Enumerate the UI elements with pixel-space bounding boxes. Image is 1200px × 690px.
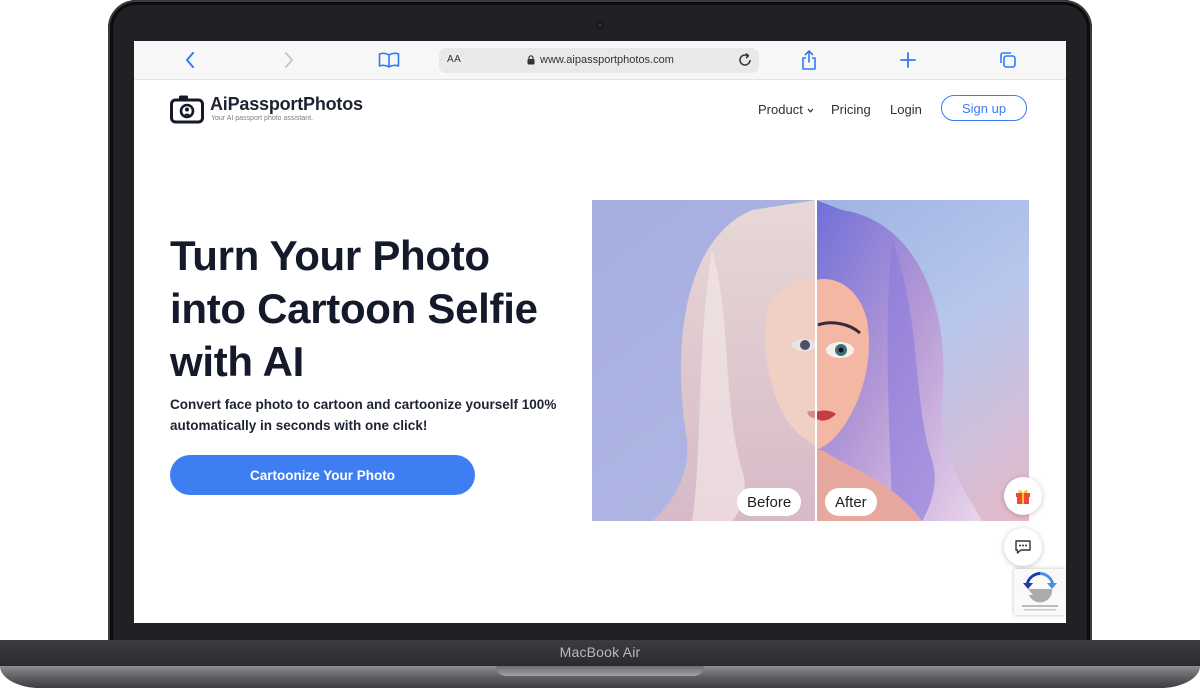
chat-button[interactable] bbox=[1004, 528, 1042, 566]
portrait-image bbox=[592, 200, 1029, 521]
camera-logo-icon[interactable] bbox=[170, 94, 204, 124]
chevron-left-icon[interactable] bbox=[177, 48, 203, 72]
nav-product[interactable]: Product bbox=[758, 102, 814, 117]
chat-icon bbox=[1015, 540, 1031, 554]
hero-title: Turn Your Photo into Cartoon Selfie with… bbox=[170, 229, 570, 388]
browser-screen: AA www.aipassportphotos.com AiPassportPh… bbox=[134, 41, 1066, 623]
brand-tagline: Your AI passport photo assistant. bbox=[211, 115, 314, 122]
recaptcha-icon bbox=[1022, 572, 1058, 611]
reload-icon[interactable] bbox=[737, 52, 753, 68]
nav-pricing[interactable]: Pricing bbox=[831, 102, 871, 117]
gift-icon bbox=[1016, 489, 1030, 504]
brand-name[interactable]: AiPassportPhotos bbox=[210, 94, 363, 115]
laptop-base: MacBook Air bbox=[0, 640, 1200, 690]
plus-icon[interactable] bbox=[895, 48, 921, 72]
hero-title-line: with AI bbox=[170, 338, 304, 385]
chevron-right-icon[interactable] bbox=[276, 48, 302, 72]
device-model-label: MacBook Air bbox=[559, 644, 641, 660]
after-label: After bbox=[825, 488, 877, 516]
address-bar[interactable]: AA www.aipassportphotos.com bbox=[439, 48, 759, 73]
hero-subtitle-line: Convert face photo to cartoon and cartoo… bbox=[170, 397, 557, 412]
tabs-icon[interactable] bbox=[995, 48, 1021, 72]
gift-button[interactable] bbox=[1004, 477, 1042, 515]
text-size-button[interactable]: AA bbox=[447, 54, 461, 65]
camera-icon bbox=[596, 21, 604, 29]
recaptcha-badge[interactable] bbox=[1014, 569, 1066, 615]
cartoonize-button[interactable]: Cartoonize Your Photo bbox=[170, 455, 475, 495]
signup-button[interactable]: Sign up bbox=[941, 95, 1027, 121]
site-header: AiPassportPhotos Your AI passport photo … bbox=[134, 79, 1066, 145]
before-label: Before bbox=[737, 488, 802, 516]
hinge-notch bbox=[496, 666, 704, 676]
hero-subtitle: Convert face photo to cartoon and cartoo… bbox=[170, 394, 570, 436]
nav-product-label: Product bbox=[758, 102, 803, 117]
url-text: www.aipassportphotos.com bbox=[540, 54, 674, 66]
share-icon[interactable] bbox=[796, 48, 822, 72]
chevron-down-icon bbox=[807, 108, 814, 113]
lock-icon bbox=[527, 55, 535, 65]
safari-toolbar: AA www.aipassportphotos.com bbox=[134, 41, 1066, 80]
hero-subtitle-line: automatically in seconds with one click! bbox=[170, 418, 428, 433]
nav-login[interactable]: Login bbox=[890, 102, 922, 117]
hero-title-line: into Cartoon Selfie bbox=[170, 285, 538, 332]
book-icon[interactable] bbox=[376, 48, 402, 72]
before-after-comparison[interactable]: Before After bbox=[592, 200, 1029, 521]
hero-title-line: Turn Your Photo bbox=[170, 232, 490, 279]
